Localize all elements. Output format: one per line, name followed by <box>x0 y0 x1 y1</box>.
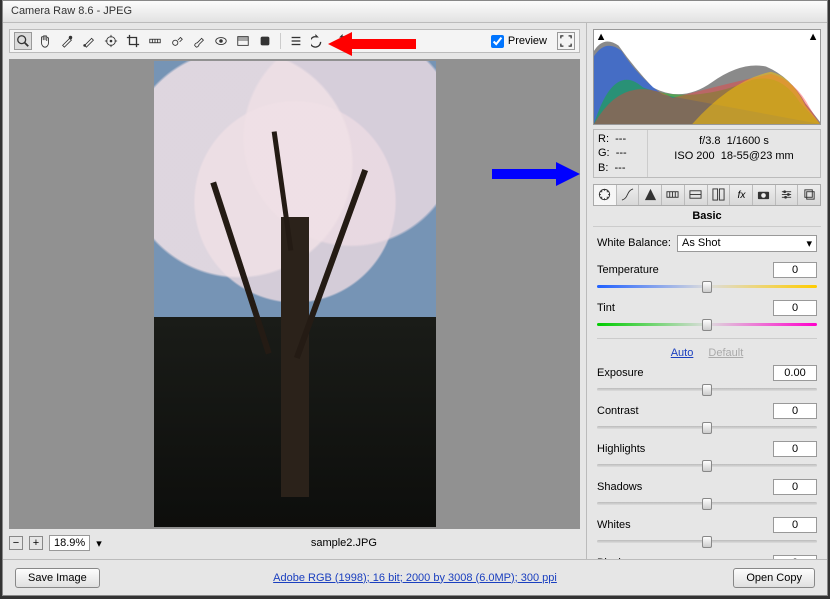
whites-label: Whites <box>597 519 767 531</box>
iso-value: ISO 200 <box>674 150 714 162</box>
zoom-in-button[interactable]: + <box>29 536 43 550</box>
preview-checkbox[interactable]: Preview <box>491 35 547 48</box>
info-readout: R: --- G: --- B: --- f/3.8 1/1600 s ISO … <box>593 129 821 178</box>
photo-preview <box>154 61 436 527</box>
shadows-slider[interactable] <box>597 497 817 509</box>
tab-effects[interactable]: fx <box>730 185 753 205</box>
wb-label: White Balance: <box>597 237 671 249</box>
temperature-value[interactable]: 0 <box>773 262 817 278</box>
tab-snapshots[interactable] <box>798 185 820 205</box>
whites-value[interactable]: 0 <box>773 517 817 533</box>
save-image-button[interactable]: Save Image <box>15 568 100 588</box>
camera-raw-window: Camera Raw 8.6 - JPEG <box>2 0 828 596</box>
tab-presets[interactable] <box>776 185 799 205</box>
contrast-slider[interactable] <box>597 421 817 433</box>
top-toolbar: Preview <box>9 29 580 53</box>
adjustment-brush-tool-icon[interactable] <box>190 32 208 50</box>
shadows-value[interactable]: 0 <box>773 479 817 495</box>
graduated-filter-tool-icon[interactable] <box>234 32 252 50</box>
highlights-slider[interactable] <box>597 459 817 471</box>
workflow-options-link[interactable]: Adobe RGB (1998); 16 bit; 2000 by 3008 (… <box>273 572 557 584</box>
tab-split-toning[interactable] <box>685 185 708 205</box>
shadows-label: Shadows <box>597 481 767 493</box>
rgb-readout: R: --- G: --- B: --- <box>594 130 648 177</box>
zoom-level-select[interactable]: 18.9% <box>49 535 90 551</box>
wb-value: As Shot <box>682 237 721 250</box>
targeted-adjustment-tool-icon[interactable] <box>102 32 120 50</box>
highlight-clip-warning-icon[interactable]: ▲ <box>808 32 818 42</box>
auto-default-row: Auto Default <box>597 347 817 359</box>
temperature-slider[interactable] <box>597 280 817 292</box>
crop-tool-icon[interactable] <box>124 32 142 50</box>
rotate-cw-icon[interactable] <box>331 32 349 50</box>
spot-removal-tool-icon[interactable] <box>168 32 186 50</box>
zoom-dropdown-icon[interactable]: ▾ <box>96 537 102 550</box>
tab-tone-curve[interactable] <box>617 185 640 205</box>
basic-panel: White Balance: As Shot▾ Temperature 0 Tin… <box>587 227 827 559</box>
rotate-ccw-icon[interactable] <box>309 32 327 50</box>
histogram[interactable]: ▲ ▲ <box>593 29 821 125</box>
color-sampler-tool-icon[interactable] <box>80 32 98 50</box>
temperature-label: Temperature <box>597 264 767 276</box>
whites-slider[interactable] <box>597 535 817 547</box>
tab-lens-corrections[interactable] <box>708 185 731 205</box>
b-value: --- <box>615 162 626 174</box>
g-value: --- <box>616 147 627 159</box>
filename-label: sample2.JPG <box>108 537 580 549</box>
separator <box>280 33 281 49</box>
tab-camera-calibration[interactable] <box>753 185 776 205</box>
left-pane: Preview − + 18.9% ▾ sample2. <box>3 23 587 559</box>
wb-select[interactable]: As Shot▾ <box>677 235 817 252</box>
shutter-value: 1/1600 s <box>727 135 769 147</box>
window-title: Camera Raw 8.6 - JPEG <box>11 5 132 17</box>
zoom-bar: − + 18.9% ▾ sample2.JPG <box>9 533 580 553</box>
auto-link[interactable]: Auto <box>671 347 694 359</box>
zoom-out-button[interactable]: − <box>9 536 23 550</box>
exposure-slider[interactable] <box>597 383 817 395</box>
svg-text:fx: fx <box>737 191 746 202</box>
footer-bar: Save Image Adobe RGB (1998); 16 bit; 200… <box>3 559 827 595</box>
tint-value[interactable]: 0 <box>773 300 817 316</box>
highlights-value[interactable]: 0 <box>773 441 817 457</box>
preferences-tool-icon[interactable] <box>287 32 305 50</box>
exposure-label: Exposure <box>597 367 767 379</box>
tab-detail[interactable] <box>639 185 662 205</box>
highlights-label: Highlights <box>597 443 767 455</box>
aperture-value: f/3.8 <box>699 135 720 147</box>
contrast-label: Contrast <box>597 405 767 417</box>
image-preview-area[interactable] <box>9 59 580 529</box>
zoom-tool-icon[interactable] <box>14 32 32 50</box>
open-copy-button[interactable]: Open Copy <box>733 568 815 588</box>
radial-filter-tool-icon[interactable] <box>256 32 274 50</box>
shadow-clip-warning-icon[interactable]: ▲ <box>596 32 606 42</box>
default-link[interactable]: Default <box>708 347 743 359</box>
tab-basic[interactable] <box>594 185 617 205</box>
r-value: --- <box>615 133 626 145</box>
fullscreen-toggle-icon[interactable] <box>557 32 575 50</box>
hand-tool-icon[interactable] <box>36 32 54 50</box>
straighten-tool-icon[interactable] <box>146 32 164 50</box>
titlebar: Camera Raw 8.6 - JPEG <box>3 1 827 23</box>
white-balance-tool-icon[interactable] <box>58 32 76 50</box>
exposure-value[interactable]: 0.00 <box>773 365 817 381</box>
panel-title: Basic <box>593 206 821 227</box>
camera-meta: f/3.8 1/1600 s ISO 200 18-55@23 mm <box>648 130 820 177</box>
tab-hsl[interactable] <box>662 185 685 205</box>
adjustment-tabs: fx <box>593 184 821 206</box>
right-panel: ▲ ▲ R: --- G: --- B: --- f/3.8 1/1 <box>587 23 827 559</box>
content-area: Preview − + 18.9% ▾ sample2. <box>3 23 827 559</box>
preview-label: Preview <box>508 35 547 47</box>
tint-slider[interactable] <box>597 318 817 330</box>
preview-checkbox-input[interactable] <box>491 35 504 48</box>
contrast-value[interactable]: 0 <box>773 403 817 419</box>
lens-value: 18-55@23 mm <box>721 150 794 162</box>
red-eye-tool-icon[interactable] <box>212 32 230 50</box>
tint-label: Tint <box>597 302 767 314</box>
